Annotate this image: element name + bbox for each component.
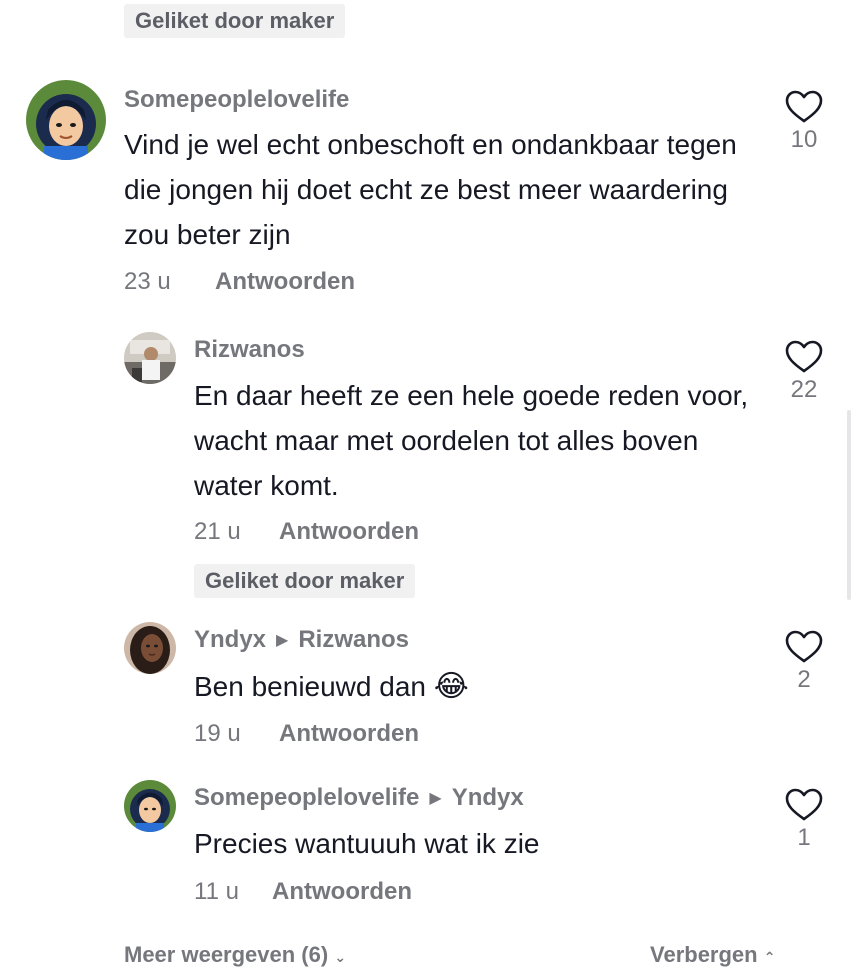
reply-to-username[interactable]: Yndyx [452,784,524,811]
avatar-image [124,780,176,832]
reply-to-username[interactable]: Rizwanos [298,626,409,653]
comment-text: En daar heeft ze een hele goede reden vo… [194,380,749,501]
comment-username-line: Yndyx ▶ Rizwanos [194,626,409,654]
comment-text: Precies wantuuuh wat ik zie [194,828,540,859]
comment-text-line: Ben benieuwd dan 😂 [194,664,754,709]
triangle-right-icon: ▶ [276,632,289,649]
heart-outline-icon [785,90,823,123]
liked-by-creator-badge: Geliket door maker [124,4,346,38]
comment-username[interactable]: Somepeoplelovelife [124,86,349,114]
comment-time: 23 u [124,268,171,295]
reply-button[interactable]: Antwoorden [272,878,412,906]
like-button[interactable]: 22 [774,340,834,404]
liked-by-creator-badge: Geliket door maker [194,564,416,598]
like-button[interactable]: 2 [774,630,834,694]
hide-replies-button[interactable]: Verbergen ⌃ [650,942,775,968]
comment-username[interactable]: Rizwanos [194,336,305,364]
like-button[interactable]: 1 [774,788,834,852]
comment-time: 11 u [194,878,239,905]
chevron-up-icon: ⌃ [763,949,776,965]
comment-text: Ben benieuwd dan [194,671,426,702]
comment-text: Vind je wel echt onbeschoft en ondankbaa… [124,129,737,250]
chevron-down-icon: ⌄ [334,949,347,965]
comment-username[interactable]: Somepeoplelovelife [194,784,419,811]
reply-button[interactable]: Antwoorden [279,720,419,748]
avatar[interactable] [124,622,176,674]
avatar-image [124,622,176,674]
like-count: 10 [790,126,818,153]
scrollbar[interactable] [847,410,851,600]
heart-outline-icon [785,340,823,373]
laughing-emoji: 😂 [433,670,469,703]
reply-button[interactable]: Antwoorden [215,268,355,296]
show-more-label: Meer weergeven (6) [124,942,329,967]
avatar[interactable] [124,332,176,384]
like-button[interactable]: 10 [774,90,834,154]
comment-username-line: Somepeoplelovelife ▶ Yndyx [194,784,524,812]
avatar[interactable] [26,80,106,160]
heart-outline-icon [785,630,823,663]
triangle-right-icon: ▶ [429,790,442,807]
avatar[interactable] [124,780,176,832]
like-count: 2 [797,666,811,693]
avatar-image [26,80,106,160]
like-count: 1 [797,824,811,851]
comment-username[interactable]: Yndyx [194,626,266,653]
show-more-replies-button[interactable]: Meer weergeven (6) ⌄ [124,942,346,968]
hide-label: Verbergen [650,942,758,967]
heart-outline-icon [785,788,823,821]
comment-time: 19 u [194,720,241,747]
comment-time: 21 u [194,518,241,545]
like-count: 22 [790,376,818,403]
reply-button[interactable]: Antwoorden [279,518,419,546]
avatar-image [124,332,176,384]
